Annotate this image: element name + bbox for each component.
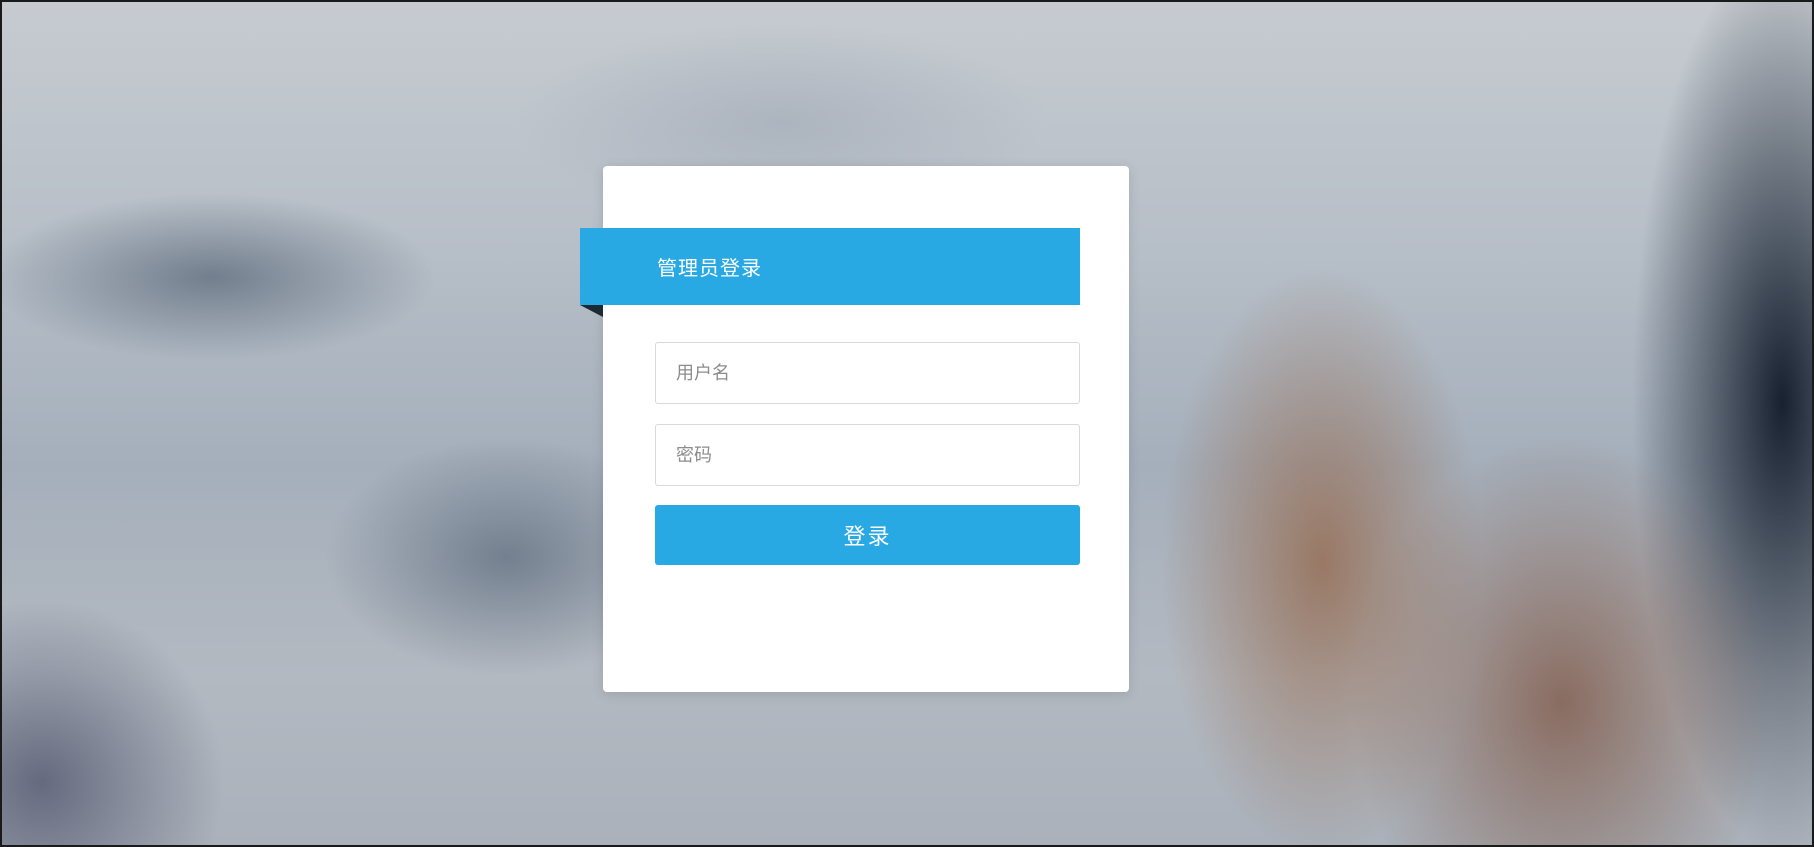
ribbon-fold-shadow xyxy=(580,305,603,317)
password-input[interactable] xyxy=(655,424,1080,486)
login-button[interactable]: 登录 xyxy=(655,505,1080,565)
login-header-ribbon: 管理员登录 xyxy=(580,228,1080,305)
username-input[interactable] xyxy=(655,342,1080,404)
page-background: 管理员登录 登录 xyxy=(0,0,1814,847)
login-title: 管理员登录 xyxy=(657,256,762,280)
